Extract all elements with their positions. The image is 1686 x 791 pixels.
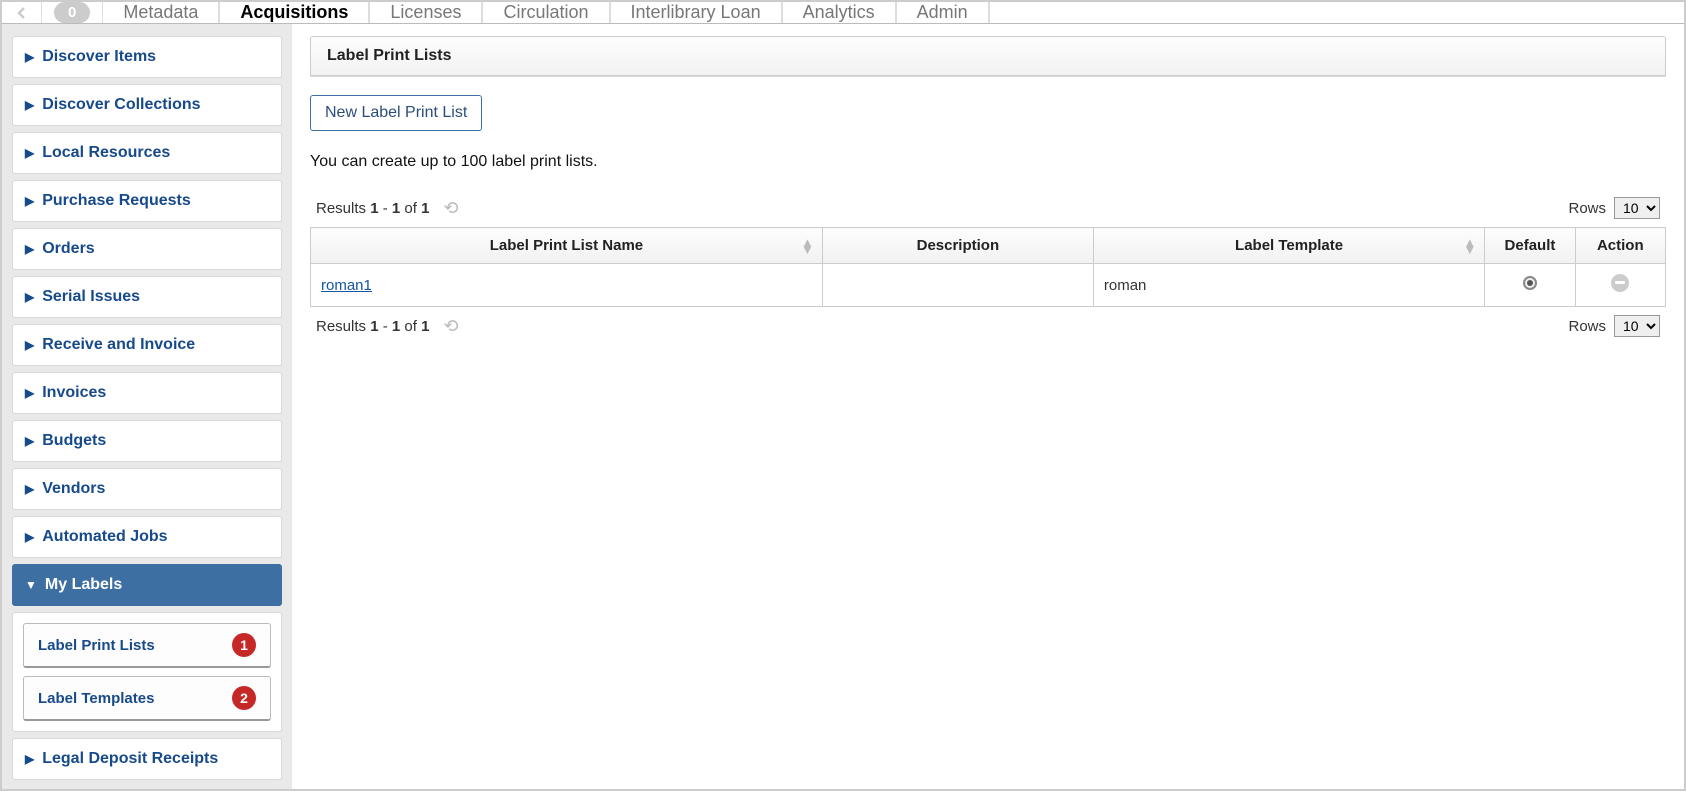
sidebar-item-discover-collections[interactable]: ▶ Discover Collections xyxy=(12,84,282,126)
results-summary: Results 1 - 1 of 1 xyxy=(316,200,429,217)
top-tabs-bar: 0 MetadataAcquisitionsLicensesCirculatio… xyxy=(2,2,1684,24)
sidebar-item-label: Automated Jobs xyxy=(42,528,167,546)
sidebar-subitem-label: Label Templates xyxy=(38,690,154,707)
col-header-action: Action xyxy=(1575,228,1665,264)
tab-analytics[interactable]: Analytics xyxy=(782,2,896,23)
sidebar-item-vendors[interactable]: ▶ Vendors xyxy=(12,468,282,510)
sidebar-item-label: Receive and Invoice xyxy=(42,336,195,354)
tab-spacer xyxy=(989,2,1684,23)
sort-icon: ▲▼ xyxy=(1463,239,1476,253)
sidebar-subitem-label: Label Print Lists xyxy=(38,637,155,654)
sidebar-item-label: Orders xyxy=(42,240,94,258)
sidebar-item-discover-items[interactable]: ▶ Discover Items xyxy=(12,36,282,78)
label-print-list-link[interactable]: roman1 xyxy=(321,277,372,294)
tab-circulation[interactable]: Circulation xyxy=(482,2,609,23)
sidebar-item-legal-deposit-receipts[interactable]: ▶ Legal Deposit Receipts xyxy=(12,738,282,780)
delete-icon[interactable] xyxy=(1611,274,1629,292)
caret-right-icon: ▶ xyxy=(25,50,34,64)
caret-right-icon: ▶ xyxy=(25,338,34,352)
caret-right-icon: ▶ xyxy=(25,290,34,304)
sidebar-item-label: Vendors xyxy=(42,480,105,498)
rows-label: Rows xyxy=(1568,200,1606,217)
sidebar-item-label: Legal Deposit Receipts xyxy=(42,750,218,768)
sidebar-item-budgets[interactable]: ▶ Budgets xyxy=(12,420,282,462)
sidebar-subitems: Label Print Lists 1 Label Templates 2 xyxy=(12,612,282,732)
sidebar-subitem-label-print-lists[interactable]: Label Print Lists 1 xyxy=(23,623,271,668)
sidebar-item-receive-and-invoice[interactable]: ▶ Receive and Invoice xyxy=(12,324,282,366)
default-radio[interactable] xyxy=(1523,276,1537,290)
panel-divider xyxy=(310,76,1666,77)
caret-right-icon: ▶ xyxy=(25,482,34,496)
caret-right-icon: ▶ xyxy=(25,146,34,160)
tab-acquisitions[interactable]: Acquisitions xyxy=(219,2,369,23)
sidebar-item-automated-jobs[interactable]: ▶ Automated Jobs xyxy=(12,516,282,558)
caret-down-icon: ▼ xyxy=(25,578,37,592)
sidebar-item-label: Discover Items xyxy=(42,48,156,66)
refresh-icon[interactable]: ⟲ xyxy=(443,198,458,219)
main-panel: Label Print Lists New Label Print List Y… xyxy=(292,24,1684,791)
caret-right-icon: ▶ xyxy=(25,98,34,112)
sidebar-item-local-resources[interactable]: ▶ Local Resources xyxy=(12,132,282,174)
rows-label: Rows xyxy=(1568,318,1606,335)
caret-right-icon: ▶ xyxy=(25,434,34,448)
panel-title: Label Print Lists xyxy=(327,47,451,64)
sidebar-item-serial-issues[interactable]: ▶ Serial Issues xyxy=(12,276,282,318)
sidebar-item-my-labels[interactable]: ▼ My Labels xyxy=(12,564,282,606)
sidebar-item-label: Local Resources xyxy=(42,144,170,162)
col-header-default: Default xyxy=(1485,228,1575,264)
caret-right-icon: ▶ xyxy=(25,530,34,544)
sidebar-item-label: Discover Collections xyxy=(42,96,200,114)
sidebar-item-purchase-requests[interactable]: ▶ Purchase Requests xyxy=(12,180,282,222)
caret-right-icon: ▶ xyxy=(25,194,34,208)
tab-admin[interactable]: Admin xyxy=(896,2,989,23)
sidebar-subitem-label-templates[interactable]: Label Templates 2 xyxy=(23,676,271,721)
col-header-description[interactable]: Description xyxy=(822,228,1093,264)
rows-select[interactable]: 10 xyxy=(1614,315,1660,337)
results-summary: Results 1 - 1 of 1 xyxy=(316,318,429,335)
pager-top: Results 1 - 1 of 1 ⟲ Rows 10 xyxy=(310,189,1666,227)
sidebar-item-label: My Labels xyxy=(45,576,122,594)
info-text: You can create up to 100 label print lis… xyxy=(310,153,1684,171)
sidebar-item-label: Invoices xyxy=(42,384,106,402)
tab-licenses[interactable]: Licenses xyxy=(369,2,482,23)
chevron-left-icon xyxy=(15,6,29,20)
col-header-name[interactable]: Label Print List Name ▲▼ xyxy=(311,228,823,264)
count-badge-wrap: 0 xyxy=(42,2,102,23)
new-label-print-list-button[interactable]: New Label Print List xyxy=(310,95,482,131)
tab-interlibrary-loan[interactable]: Interlibrary Loan xyxy=(610,2,782,23)
sidebar-item-label: Budgets xyxy=(42,432,106,450)
step-badge: 2 xyxy=(232,686,256,710)
cell-template: roman xyxy=(1093,264,1484,307)
refresh-icon[interactable]: ⟲ xyxy=(443,316,458,337)
sidebar-item-orders[interactable]: ▶ Orders xyxy=(12,228,282,270)
back-button[interactable] xyxy=(2,2,42,23)
count-badge: 0 xyxy=(54,2,90,23)
caret-right-icon: ▶ xyxy=(25,242,34,256)
sidebar-item-label: Purchase Requests xyxy=(42,192,191,210)
panel-header: Label Print Lists xyxy=(310,36,1666,76)
sidebar-item-label: Serial Issues xyxy=(42,288,140,306)
table-row: roman1 roman xyxy=(311,264,1666,307)
label-print-lists-table: Label Print List Name ▲▼ Description Lab… xyxy=(310,227,1666,307)
cell-description xyxy=(822,264,1093,307)
caret-right-icon: ▶ xyxy=(25,752,34,766)
rows-select[interactable]: 10 xyxy=(1614,197,1660,219)
col-header-template[interactable]: Label Template ▲▼ xyxy=(1093,228,1484,264)
sidebar-item-invoices[interactable]: ▶ Invoices xyxy=(12,372,282,414)
pager-bottom: Results 1 - 1 of 1 ⟲ Rows 10 xyxy=(310,307,1666,345)
tab-metadata[interactable]: Metadata xyxy=(102,2,219,23)
sidebar: ▶ Discover Items ▶ Discover Collections ▶ Loc… xyxy=(2,24,292,791)
sort-icon: ▲▼ xyxy=(801,239,814,253)
caret-right-icon: ▶ xyxy=(25,386,34,400)
step-badge: 1 xyxy=(232,633,256,657)
